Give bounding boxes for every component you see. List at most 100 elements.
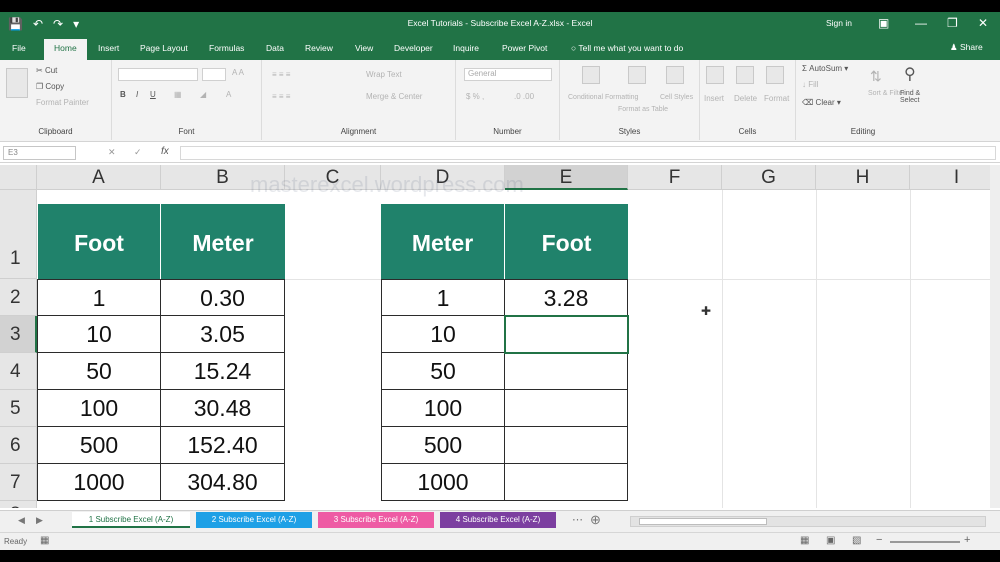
column-header-f[interactable]: F — [628, 165, 722, 190]
table2-cell[interactable]: 1000 — [381, 464, 505, 501]
table2-cell[interactable] — [505, 464, 628, 501]
table1-cell[interactable]: 50 — [37, 353, 161, 390]
table2-cell[interactable] — [505, 427, 628, 464]
page-layout-view-icon[interactable]: ▣ — [826, 535, 835, 546]
copy-button[interactable]: ❐ Copy — [36, 82, 64, 91]
tab-power-pivot[interactable]: Power Pivot — [502, 43, 547, 53]
conditional-formatting-icon[interactable] — [582, 66, 600, 84]
delete-cells-icon[interactable] — [736, 66, 754, 84]
table2-header-meter[interactable]: Meter — [381, 204, 504, 279]
format-table-icon[interactable] — [628, 66, 646, 84]
tab-insert[interactable]: Insert — [98, 43, 119, 53]
name-box[interactable]: E3 — [3, 146, 76, 160]
insert-button[interactable]: Insert — [704, 94, 724, 103]
table1-cell[interactable]: 1 — [37, 279, 161, 316]
currency-icon[interactable]: $ % , — [466, 92, 484, 101]
row-header-8[interactable]: 8 — [0, 501, 37, 508]
tab-data[interactable]: Data — [266, 43, 284, 53]
zoom-in-icon[interactable]: + — [964, 534, 970, 546]
row-header-3[interactable]: 3 — [0, 316, 37, 353]
zoom-out-icon[interactable]: − — [876, 534, 882, 546]
bold-icon[interactable]: B — [120, 90, 126, 99]
decimal-icon[interactable]: .0 .00 — [514, 92, 534, 101]
align-left-icon[interactable]: ≡ ≡ ≡ — [272, 92, 290, 101]
tab-formulas[interactable]: Formulas — [209, 43, 244, 53]
formula-input[interactable] — [180, 146, 996, 160]
fill-color-icon[interactable]: ◢ — [200, 90, 206, 99]
table2-cell[interactable]: 50 — [381, 353, 505, 390]
horizontal-scroll-thumb[interactable] — [639, 518, 767, 525]
table1-cell[interactable]: 152.40 — [161, 427, 285, 464]
select-all-corner[interactable] — [0, 165, 37, 190]
insert-cells-icon[interactable] — [706, 66, 724, 84]
format-button[interactable]: Format — [764, 94, 789, 103]
table1-cell[interactable]: 100 — [37, 390, 161, 427]
row-header-1[interactable]: 1 — [0, 190, 37, 279]
table1-cell[interactable]: 15.24 — [161, 353, 285, 390]
more-sheets-icon[interactable]: ⋯ — [572, 513, 583, 526]
table2-cell[interactable]: 10 — [381, 316, 505, 353]
minimize-icon[interactable]: — — [915, 15, 927, 31]
table1-cell[interactable]: 30.48 — [161, 390, 285, 427]
delete-button[interactable]: Delete — [734, 94, 757, 103]
table1-cell[interactable]: 304.80 — [161, 464, 285, 501]
cut-button[interactable]: ✂ Cut — [36, 66, 57, 75]
sheet-tab-3[interactable]: 3 Subscribe Excel (A-Z) — [318, 512, 434, 528]
cell-styles-icon[interactable] — [666, 66, 684, 84]
restore-icon[interactable]: ❐ — [947, 15, 958, 31]
merge-center-button[interactable]: Merge & Center — [366, 92, 422, 101]
row-header-4[interactable]: 4 — [0, 353, 37, 390]
format-painter-button[interactable]: Format Painter — [36, 98, 89, 107]
sort-filter-icon[interactable]: ⇅ — [870, 68, 882, 85]
font-color-icon[interactable]: A — [226, 90, 231, 99]
tell-me-box[interactable]: ○ Tell me what you want to do — [571, 43, 683, 53]
sheet-tab-1[interactable]: 1 Subscribe Excel (A-Z) — [72, 512, 190, 528]
enter-icon[interactable]: ✓ — [134, 147, 142, 158]
table2-header-foot[interactable]: Foot — [505, 204, 628, 279]
format-table-button[interactable]: Format as Table — [618, 106, 668, 113]
new-sheet-icon[interactable]: ⊕ — [590, 512, 601, 528]
normal-view-icon[interactable]: ▦ — [800, 535, 809, 546]
cell-styles-button[interactable]: Cell Styles — [660, 94, 693, 101]
table1-cell[interactable]: 10 — [37, 316, 161, 353]
table2-cell[interactable]: 3.28 — [505, 279, 628, 316]
table2-cell[interactable] — [505, 353, 628, 390]
macro-record-icon[interactable]: ▦ — [40, 535, 49, 546]
find-select-button[interactable]: Find & Select — [900, 90, 932, 104]
number-format-box[interactable]: General — [464, 68, 552, 81]
insert-function-icon[interactable]: fx — [161, 146, 169, 157]
table1-cell[interactable]: 0.30 — [161, 279, 285, 316]
clear-button[interactable]: ⌫ Clear ▾ — [802, 98, 841, 107]
tab-review[interactable]: Review — [305, 43, 333, 53]
vertical-scrollbar[interactable] — [990, 165, 1000, 508]
sheet-tab-4[interactable]: 4 Subscribe Excel (A-Z) — [440, 512, 556, 528]
table1-header-meter[interactable]: Meter — [161, 204, 285, 279]
worksheet-grid[interactable]: A B C D E F G H I 1 2 3 4 5 6 7 8 master… — [0, 165, 990, 508]
borders-icon[interactable]: ▦ — [174, 90, 182, 99]
font-size-box[interactable] — [202, 68, 226, 81]
table1-cell[interactable]: 3.05 — [161, 316, 285, 353]
column-header-a[interactable]: A — [37, 165, 161, 190]
table2-cell[interactable]: 1 — [381, 279, 505, 316]
share-button[interactable]: ♟ Share — [950, 42, 983, 53]
column-header-h[interactable]: H — [816, 165, 910, 190]
close-icon[interactable]: ✕ — [978, 15, 988, 31]
format-cells-icon[interactable] — [766, 66, 784, 84]
zoom-slider[interactable] — [890, 541, 960, 543]
tab-page-layout[interactable]: Page Layout — [140, 43, 188, 53]
page-break-view-icon[interactable]: ▧ — [852, 535, 861, 546]
tab-developer[interactable]: Developer — [394, 43, 433, 53]
next-sheet-icon[interactable]: ▶ — [36, 515, 43, 526]
wrap-text-button[interactable]: Wrap Text — [366, 70, 402, 79]
table2-cell[interactable] — [505, 390, 628, 427]
grow-font-icon[interactable]: A A — [232, 68, 244, 77]
tab-inquire[interactable]: Inquire — [453, 43, 479, 53]
row-header-6[interactable]: 6 — [0, 427, 37, 464]
horizontal-scrollbar[interactable] — [630, 516, 986, 527]
column-header-i[interactable]: I — [910, 165, 990, 190]
underline-icon[interactable]: U — [150, 90, 156, 99]
prev-sheet-icon[interactable]: ◀ — [18, 515, 25, 526]
autosum-button[interactable]: Σ AutoSum ▾ — [802, 64, 848, 73]
ribbon-display-icon[interactable]: ▣ — [878, 15, 889, 31]
tab-view[interactable]: View — [355, 43, 373, 53]
